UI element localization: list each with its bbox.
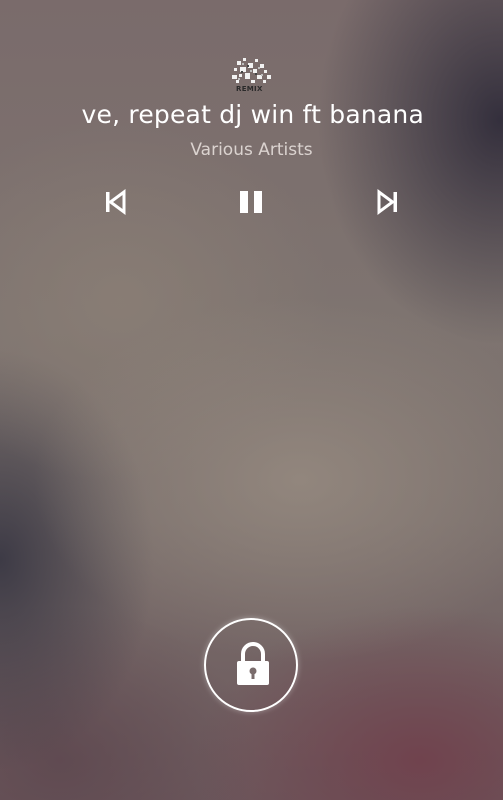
skip-next-icon xyxy=(377,189,397,215)
artist-name: Various Artists xyxy=(190,140,313,160)
song-title: ve, repeat dj win ft banana xyxy=(81,100,424,129)
unlock-button[interactable] xyxy=(204,618,298,712)
pause-icon xyxy=(240,191,262,213)
song-title-marquee: ve, repeat dj win ft banana xyxy=(70,98,430,136)
album-art-label: REMIX xyxy=(236,85,263,93)
previous-track-button[interactable] xyxy=(99,186,131,218)
pause-button[interactable] xyxy=(235,186,267,218)
skip-previous-icon xyxy=(106,189,126,215)
next-track-button[interactable] xyxy=(372,186,404,218)
lock-icon xyxy=(235,642,271,686)
